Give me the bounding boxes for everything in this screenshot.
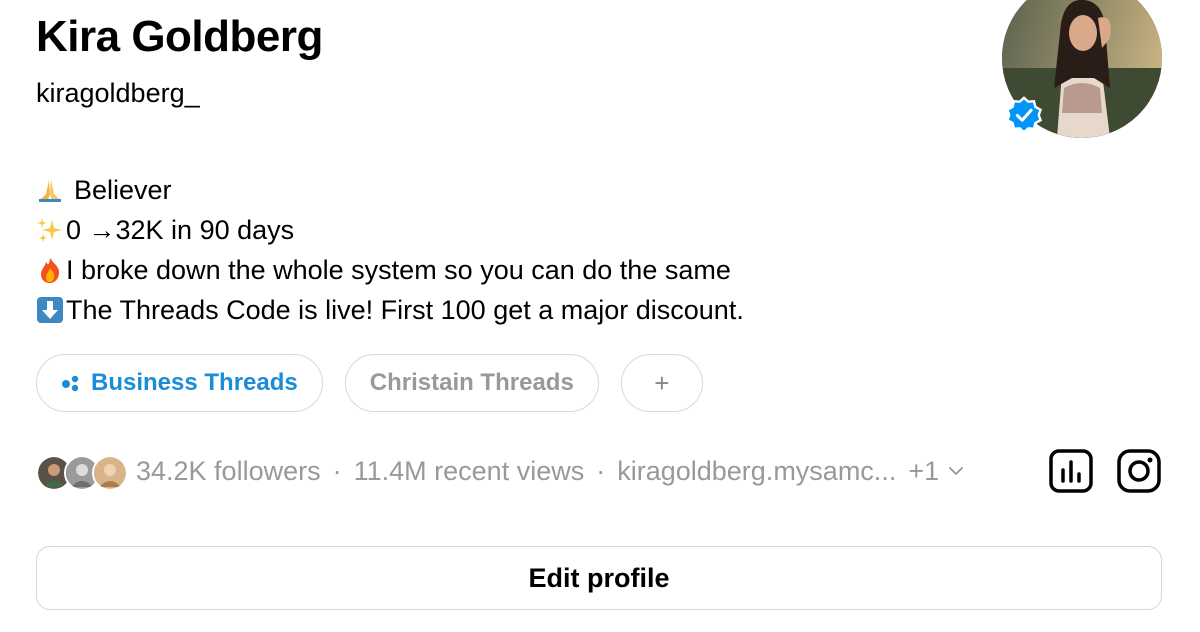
edit-profile-button[interactable]: Edit profile [36,546,1162,610]
bio-line: I broke down the whole system so you can… [36,250,744,290]
profile-avatar[interactable] [1002,0,1162,138]
stats-separator: · [596,455,606,486]
profile-link[interactable]: kiragoldberg.mysamc... [617,456,896,487]
bio-line: Believer [36,170,744,210]
bio: Believer 0 →32K in 90 days I broke down … [36,170,744,330]
more-links-count[interactable]: +1 [908,456,939,487]
plus-icon: + [654,367,670,398]
bio-line: The Threads Code is live! First 100 get … [36,290,744,330]
add-tag-button[interactable]: + [620,354,703,412]
bio-text: 0 →32K in 90 days [66,215,295,245]
bio-line: 0 →32K in 90 days [36,210,744,250]
insights-icon[interactable] [1048,448,1094,494]
instagram-icon[interactable] [1116,448,1162,494]
display-name: Kira Goldberg [36,12,323,61]
profile-stats: 34.2K followers · 11.4M recent views · k… [36,448,965,494]
down-arrow-emoji-icon [37,297,63,323]
tag-business-threads[interactable]: Business Threads [36,354,323,412]
bio-text: The Threads Code is live! First 100 get … [66,295,744,325]
username[interactable]: kiragoldberg_ [36,76,200,110]
folded-hands-emoji-icon [39,180,61,202]
tag-list: Business Threads Christain Threads + [36,354,703,412]
tag-christain-threads[interactable]: Christain Threads [344,354,599,412]
stats-separator: · [332,455,342,486]
bio-text: I broke down the whole system so you can… [66,255,731,285]
tag-dots-icon [62,375,79,392]
follower-avatars[interactable] [36,453,128,491]
bio-text: Believer [74,175,172,205]
recent-views: 11.4M recent views [353,455,585,486]
tag-label: Christain Threads [369,369,574,396]
profile-page: Kira Goldberg kiragoldberg_ Believer 0 →… [0,0,1200,632]
verified-badge-icon [1005,96,1043,134]
tag-label: Business Threads [91,369,298,396]
sparkles-emoji-icon [37,218,62,242]
chevron-down-icon[interactable] [947,462,965,480]
fire-emoji-icon [41,258,60,283]
edit-profile-label: Edit profile [528,562,670,593]
follower-avatar [92,455,128,491]
followers-count[interactable]: 34.2K followers [136,456,321,487]
